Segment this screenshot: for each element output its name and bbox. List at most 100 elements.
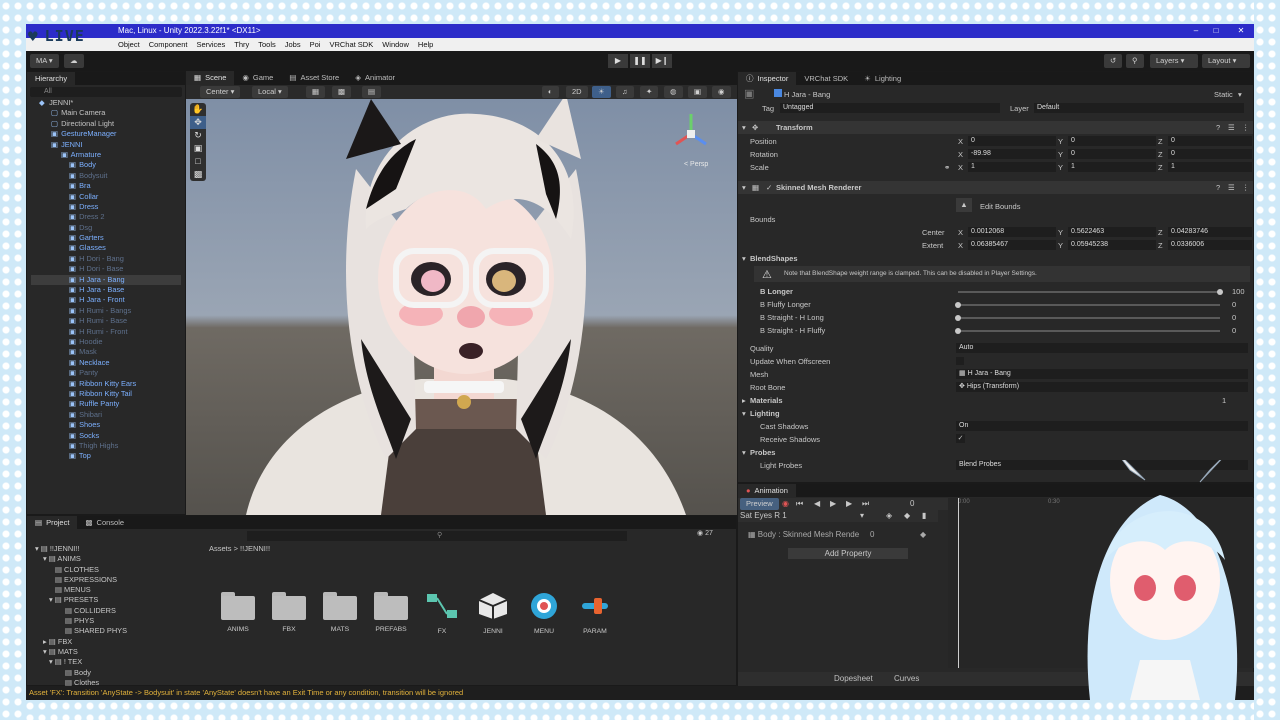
last-frame-icon[interactable]: ⏭ [862, 498, 869, 510]
scale-tool-icon[interactable]: ▣ [190, 142, 206, 155]
rotation-y-field[interactable]: 0 [1068, 149, 1156, 159]
menu-jobs[interactable]: Jobs [285, 38, 301, 51]
blendshapes-header[interactable]: ▾ BlendShapes [738, 252, 1253, 265]
blendshape-slider-knob[interactable] [955, 302, 961, 308]
position-z-field[interactable]: 0 [1168, 136, 1252, 146]
hierarchy-item[interactable]: ▣ H Dori - Bang [31, 254, 181, 264]
rotation-z-field[interactable]: 0 [1168, 149, 1252, 159]
transform-tool-icon[interactable]: ▩ [190, 168, 206, 181]
tree-item[interactable]: ▾ ▤ ANIMS [31, 554, 201, 564]
asset-jenni-scene[interactable]: JENNI [469, 592, 517, 635]
asset-folder-prefabs[interactable]: PREFABS [367, 592, 415, 633]
root-bone-field[interactable]: ✥ Hips (Transform) [956, 382, 1248, 392]
rect-tool-icon[interactable]: □ [190, 155, 206, 168]
menu-poi[interactable]: Poi [310, 38, 321, 51]
menu-object[interactable]: Object [118, 38, 140, 51]
hierarchy-item[interactable]: ▣ Dsg [31, 223, 181, 233]
hierarchy-item[interactable]: ▣ Bra [31, 181, 181, 191]
add-keyframe-icon[interactable]: ◈ [886, 510, 892, 522]
hierarchy-item[interactable]: ▣ Ribbon Kitty Tail [31, 389, 181, 399]
hierarchy-item[interactable]: ▣ Armature [31, 150, 181, 160]
tree-item[interactable]: ▾ ▤ MATS [31, 647, 201, 657]
blendshape-slider-track[interactable] [958, 291, 1220, 293]
tree-item[interactable]: ▤ PHYS [31, 616, 201, 626]
add-property-button[interactable]: Add Property [788, 548, 908, 559]
play-icon[interactable]: ▶ [608, 54, 628, 68]
curves-tab[interactable]: Curves [894, 672, 919, 686]
close-icon[interactable]: ✕ [1231, 24, 1251, 38]
clip-dropdown[interactable]: Sat Eyes R 1 [740, 511, 787, 520]
minimize-icon[interactable]: – [1186, 24, 1206, 38]
snap-icon[interactable]: ▩ [332, 86, 352, 98]
blendshape-slider-knob[interactable] [1217, 289, 1223, 295]
menu-vrchat-sdk[interactable]: VRChat SDK [329, 38, 373, 51]
hierarchy-item[interactable]: ▣ JENNI [31, 140, 181, 150]
cast-shadows-dropdown[interactable]: On [956, 421, 1248, 431]
mode-2d-button[interactable]: 2D [566, 86, 588, 98]
hierarchy-item[interactable]: ◆ JENNI* [31, 98, 181, 108]
tab-game[interactable]: ◉ Game [234, 71, 281, 85]
blendshape-slider-track[interactable] [958, 304, 1220, 306]
tab-inspector[interactable]: ⓘ Inspector [738, 72, 797, 85]
asset-fx[interactable]: FX [418, 592, 466, 635]
tab-vrchat-sdk[interactable]: VRChat SDK [796, 72, 856, 85]
tree-item[interactable]: ▤ CLOTHES [31, 565, 201, 575]
asset-param[interactable]: PARAM [571, 592, 619, 635]
cloud-icon[interactable]: ☁ [64, 54, 84, 68]
help-icon[interactable]: ? [1216, 121, 1220, 134]
rotate-tool-icon[interactable]: ↻ [190, 129, 206, 142]
hierarchy-item[interactable]: ▣ Body [31, 160, 181, 170]
link-icon[interactable]: ⚭ [944, 161, 950, 174]
hierarchy-item[interactable]: ▣ Bodysuit [31, 171, 181, 181]
layer-dropdown[interactable]: Default [1034, 103, 1244, 113]
skinned-mesh-renderer-header[interactable]: ▾ ▦ ✓ Skinned Mesh Renderer ? ☰ ⋮ [738, 181, 1253, 194]
hierarchy-item[interactable]: ▣ Dress 2 [31, 212, 181, 222]
camera-icon[interactable]: ▣ [688, 86, 708, 98]
hierarchy-item[interactable]: ▣ Shibari [31, 410, 181, 420]
tab-animation[interactable]: ● Animation [738, 484, 796, 497]
hierarchy-item[interactable]: ▣ H Dori - Base [31, 264, 181, 274]
tab-project[interactable]: ▤ Project [27, 516, 78, 529]
record-icon[interactable]: ◉ [782, 498, 789, 510]
hierarchy-item[interactable]: ▣ Collar [31, 192, 181, 202]
play-anim-icon[interactable]: ▶ [830, 498, 836, 510]
hierarchy-item[interactable]: ▣ Socks [31, 431, 181, 441]
blendshape-slider-knob[interactable] [955, 315, 961, 321]
persp-label[interactable]: < Persp [684, 161, 708, 168]
hierarchy-item[interactable]: ▣ Thigh Highs [31, 441, 181, 451]
hierarchy-item[interactable]: ▣ H Rumi - Base [31, 316, 181, 326]
tree-item[interactable]: ▾ ▤ PRESETS [31, 595, 201, 605]
menu-tools[interactable]: Tools [258, 38, 276, 51]
tab-console[interactable]: ▩ Console [77, 516, 132, 529]
materials-row[interactable]: ▸ Materials 1 [738, 394, 1253, 407]
hierarchy-item[interactable]: ▣ H Rumi - Front [31, 327, 181, 337]
pivot-dropdown[interactable]: Center ▾ [200, 86, 241, 98]
visibility-icon[interactable]: ◍ [664, 86, 683, 98]
scale-y-field[interactable]: 1 [1068, 162, 1156, 172]
transform-header[interactable]: ▾ ✥ Transform ? ☰ ⋮ [738, 121, 1253, 134]
blendshape-value-field[interactable]: 0 [1232, 311, 1236, 324]
edit-bounds-icon[interactable]: ▲ [956, 198, 972, 212]
active-checkbox[interactable] [774, 89, 782, 97]
scene-viewport[interactable]: ✋ ✥ ↻ ▣ □ ▩ < Persp [186, 99, 737, 515]
context-menu-icon[interactable]: ⋮ [1242, 121, 1250, 134]
menu-thry[interactable]: Thry [234, 38, 249, 51]
frame-field[interactable]: 0 [910, 498, 914, 510]
dopesheet-tab[interactable]: Dopesheet [834, 672, 873, 686]
menu-component[interactable]: Component [149, 38, 188, 51]
move-tool-icon[interactable]: ✥ [190, 116, 206, 129]
project-breadcrumb[interactable]: Assets > !!JENNI!! [209, 544, 270, 553]
lighting-section[interactable]: ▾ Lighting [738, 407, 1253, 420]
tree-item[interactable]: ▸ ▤ FBX [31, 637, 201, 647]
help-icon[interactable]: ? [1216, 181, 1220, 194]
menu-help[interactable]: Help [418, 38, 433, 51]
search-icon[interactable]: ⚲ [1126, 54, 1144, 68]
tree-item[interactable]: ▾ ▤ !!JENNI!! [31, 544, 201, 554]
menu-window[interactable]: Window [382, 38, 409, 51]
probes-section[interactable]: ▾ Probes [738, 446, 1253, 459]
scale-z-field[interactable]: 1 [1168, 162, 1252, 172]
blendshape-slider-track[interactable] [958, 330, 1220, 332]
quality-dropdown[interactable]: Auto [956, 343, 1248, 353]
position-x-field[interactable]: 0 [968, 136, 1056, 146]
tree-item[interactable]: ▤ EXPRESSIONS [31, 575, 201, 585]
